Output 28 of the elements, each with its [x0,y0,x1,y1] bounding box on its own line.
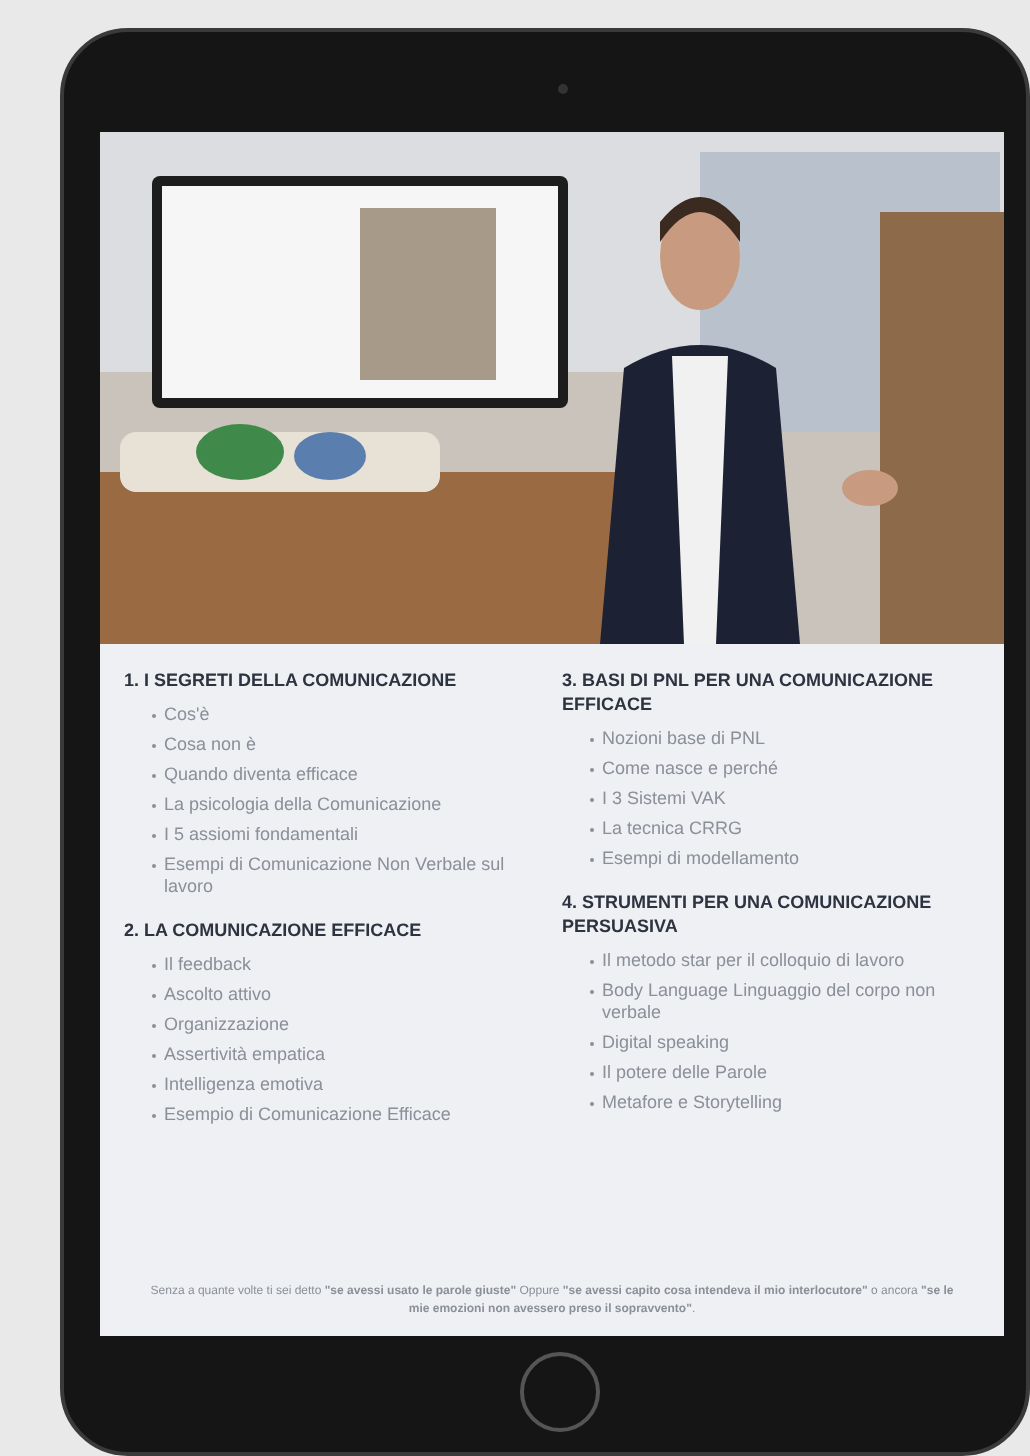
list-item: Esempi di Comunicazione Non Verbale sul lavoro [164,854,507,898]
list-item: Come nasce e perché [602,758,779,780]
home-button[interactable] [520,1352,600,1432]
list-item: La psicologia della Comunicazione [164,794,442,816]
list-item: Metafore e Storytelling [602,1092,783,1114]
list-item: Il metodo star per il colloquio di lavoro [602,950,905,972]
list-item: Body Language Linguaggio del corpo non verbale [602,980,938,1024]
list-item: I 5 assiomi fondamentali [164,824,359,846]
list-item: Cosa non è [164,734,257,756]
list-item: Il potere delle Parole [602,1062,768,1084]
section-heading: 2. LA COMUNICAZIONE EFFICACE [124,918,424,942]
list-item: Digital speaking [602,1032,730,1054]
list-item: Organizzazione [164,1014,290,1036]
list-item: Quando diventa efficace [164,764,358,786]
list-item: Il feedback [164,954,252,976]
section-heading: 3. BASI DI PNL PER UNA COMUNICAZIONE EFFICACE [562,668,936,716]
camera-icon [558,84,568,94]
list-item: Esempio di Comunicazione Efficace [164,1104,451,1126]
section-heading: 4. STRUMENTI PER UNA COMUNICAZIONE PERSUASIVA [562,890,934,938]
list-item: Intelligenza emotiva [164,1074,324,1096]
list-item: Cos'è [164,704,210,726]
list-item: I 3 Sistemi VAK [602,788,726,810]
list-item: Esempi di modellamento [602,848,800,870]
list-item: Nozioni base di PNL [602,728,766,750]
list-item: Ascolto attivo [164,984,272,1006]
section-heading: 1. I SEGRETI DELLA COMUNICAZIONE [124,668,459,692]
list-item: Assertività empatica [164,1044,326,1066]
list-item: La tecnica CRRG [602,818,743,840]
